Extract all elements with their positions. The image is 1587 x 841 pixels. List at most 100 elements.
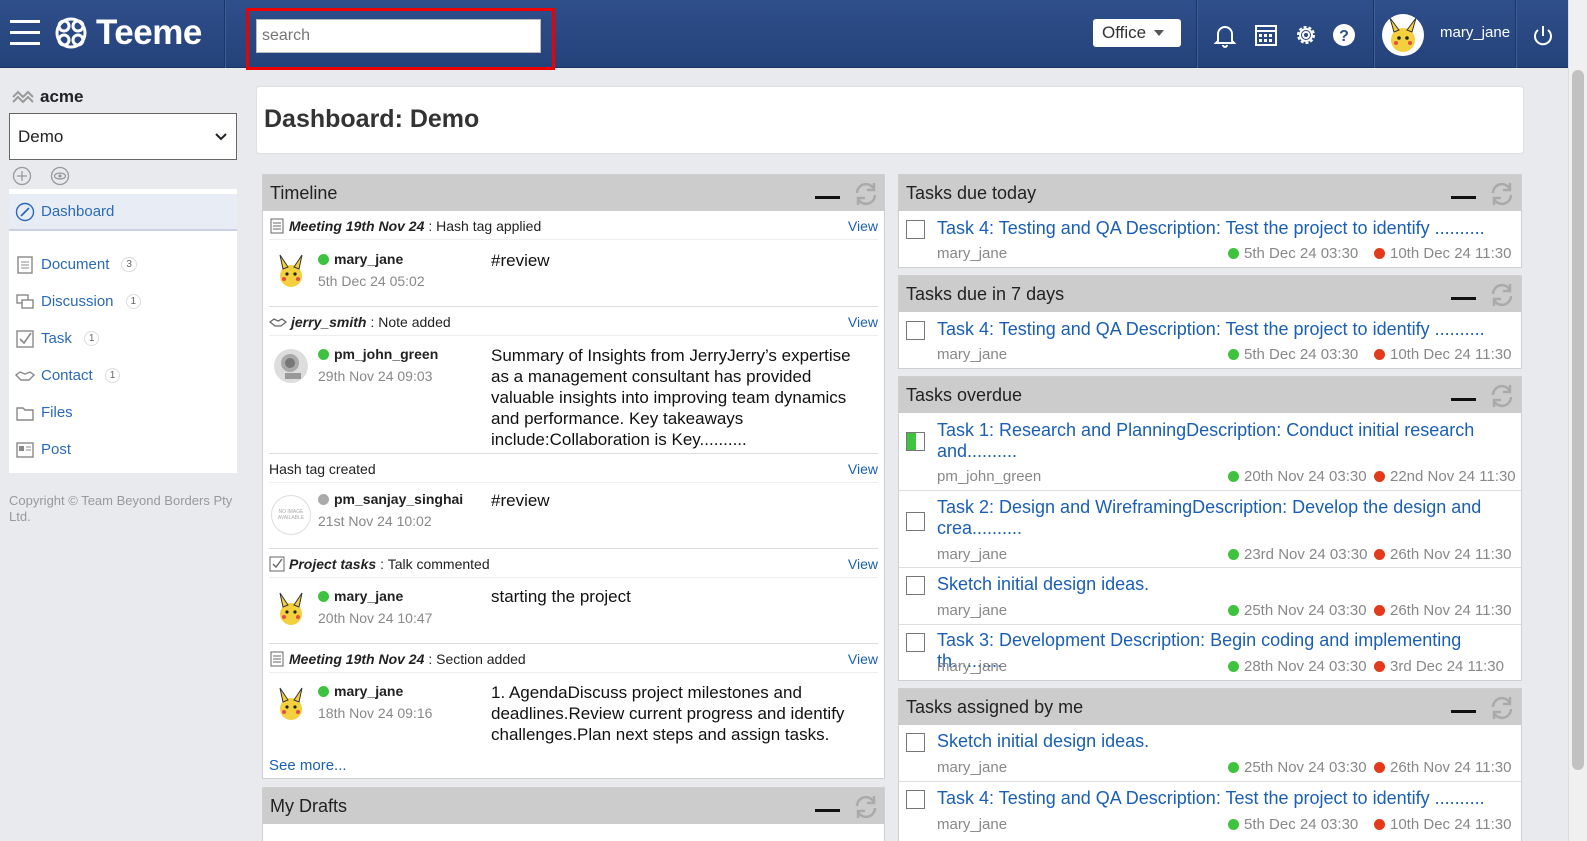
sidebar-item-contact[interactable]: Contact 1	[9, 357, 237, 394]
start-status-icon	[1228, 605, 1239, 616]
task-title-link[interactable]: Task 4: Testing and QA Description: Test…	[937, 218, 1511, 239]
page-scrollbar[interactable]	[1568, 0, 1587, 841]
minimize-icon[interactable]	[1451, 710, 1476, 713]
view-link[interactable]: View	[848, 314, 878, 330]
task-checkbox[interactable]	[906, 321, 925, 340]
timeline-user[interactable]: mary_jane	[318, 251, 403, 267]
org-name: acme	[40, 87, 84, 106]
sidebar-item-dashboard[interactable]: Dashboard	[9, 194, 237, 231]
minimize-icon[interactable]	[1451, 196, 1476, 199]
task-progress-checkbox[interactable]	[906, 432, 925, 451]
search-input[interactable]	[256, 19, 541, 53]
task-checkbox[interactable]	[906, 733, 925, 752]
view-link[interactable]: View	[848, 461, 878, 477]
task-assignee: mary_jane	[937, 546, 1008, 563]
task-assignee: pm_john_green	[937, 468, 1042, 485]
task-title-link[interactable]: Task 1: Research and PlanningDescription…	[937, 420, 1511, 462]
app-name: Teeme	[96, 13, 202, 52]
sidebar-item-post[interactable]: Post	[9, 431, 237, 468]
help-icon[interactable]: ?	[1331, 22, 1357, 48]
view-link[interactable]: View	[848, 556, 878, 572]
timeline-action: : Hash tag applied	[428, 217, 542, 234]
see-more-link[interactable]: See more...	[269, 757, 347, 774]
refresh-icon[interactable]	[1487, 280, 1517, 310]
timeline-date: 29th Nov 24 09:03	[318, 368, 433, 384]
space-select[interactable]: Demo	[9, 113, 237, 160]
task-row: Task 2: Design and WireframingDescriptio…	[899, 492, 1521, 568]
timeline-date: 20th Nov 24 10:47	[318, 610, 433, 626]
panel-title: Tasks due today	[906, 183, 1037, 203]
refresh-icon[interactable]	[1487, 179, 1517, 209]
refresh-icon[interactable]	[851, 179, 881, 209]
sidebar-item-task[interactable]: Task 1	[9, 320, 237, 357]
task-checkbox[interactable]	[906, 576, 925, 595]
timeline-item-header: jerry_smith: Note added	[269, 308, 878, 336]
office-dropdown[interactable]: Office	[1093, 19, 1181, 47]
task-checkbox-icon	[16, 329, 34, 348]
task-end-date: 10th Dec 24 11:30	[1374, 816, 1511, 833]
sidebar-item-discussion[interactable]: Discussion 1	[9, 283, 237, 320]
power-icon[interactable]	[1531, 24, 1555, 48]
task-checkbox[interactable]	[906, 512, 925, 531]
task-checkbox[interactable]	[906, 633, 925, 652]
timeline-source[interactable]: Meeting 19th Nov 24	[289, 218, 424, 234]
refresh-icon[interactable]	[1487, 381, 1517, 411]
timeline-action: : Section added	[428, 650, 526, 667]
view-link[interactable]: View	[848, 651, 878, 667]
task-checkbox[interactable]	[906, 790, 925, 809]
timeline-user[interactable]: pm_sanjay_singhai	[318, 491, 463, 507]
timeline-source[interactable]: Project tasks	[289, 556, 376, 572]
minimize-icon[interactable]	[1451, 297, 1476, 300]
timeline-panel: Timeline Meeting 19th Nov 24: Hash tag a…	[262, 174, 885, 779]
end-status-icon	[1374, 349, 1385, 360]
scrollbar-thumb[interactable]	[1572, 70, 1584, 770]
avatar	[271, 683, 311, 723]
task-assignee: mary_jane	[937, 245, 1008, 262]
task-start-date: 5th Dec 24 03:30	[1228, 816, 1358, 833]
task-title-link[interactable]: Sketch initial design ideas.	[937, 574, 1511, 595]
minimize-icon[interactable]	[1451, 398, 1476, 401]
minimize-icon[interactable]	[815, 809, 840, 812]
task-title-link[interactable]: Task 2: Design and WireframingDescriptio…	[937, 497, 1511, 539]
timeline-user[interactable]: mary_jane	[318, 588, 403, 604]
panel-title: Timeline	[270, 183, 338, 203]
sidebar-item-files[interactable]: Files	[9, 394, 237, 431]
timeline-text: #review	[491, 491, 550, 510]
count-badge: 3	[121, 257, 137, 272]
copyright-text: Copyright © Team Beyond Borders Pty Ltd.	[9, 493, 233, 524]
task-assignee: mary_jane	[937, 602, 1008, 619]
timeline-source[interactable]: Meeting 19th Nov 24	[289, 651, 424, 667]
task-title-link[interactable]: Task 4: Testing and QA Description: Test…	[937, 788, 1511, 809]
task-checkbox[interactable]	[906, 220, 925, 239]
gear-icon[interactable]	[1293, 22, 1319, 48]
tasks-overdue-panel: Tasks overdue Task 1: Research and Plann…	[898, 376, 1522, 681]
hamburger-menu-icon[interactable]	[10, 20, 40, 46]
task-title-link[interactable]: Sketch initial design ideas.	[937, 731, 1511, 752]
refresh-icon[interactable]	[851, 792, 881, 822]
task-row: Task 1: Research and PlanningDescription…	[899, 414, 1521, 491]
view-link[interactable]: View	[848, 218, 878, 234]
header-divider	[1373, 0, 1374, 68]
eye-icon[interactable]	[50, 166, 70, 186]
task-end-date: 10th Dec 24 11:30	[1374, 346, 1511, 363]
refresh-icon[interactable]	[1487, 693, 1517, 723]
start-status-icon	[1228, 661, 1239, 672]
user-avatar[interactable]	[1382, 14, 1424, 56]
add-circle-icon[interactable]	[12, 166, 32, 186]
bell-icon[interactable]	[1212, 22, 1238, 48]
timeline-source[interactable]: jerry_smith	[291, 314, 366, 330]
post-icon	[16, 441, 34, 458]
timeline-date: 18th Nov 24 09:16	[318, 705, 433, 721]
minimize-icon[interactable]	[815, 196, 840, 199]
current-username[interactable]: mary_jane	[1440, 24, 1510, 41]
panel-title: Tasks overdue	[906, 385, 1023, 405]
sidebar-item-document[interactable]: Document 3	[9, 246, 237, 283]
folder-icon	[16, 406, 34, 421]
task-row: Task 4: Testing and QA Description: Test…	[899, 212, 1521, 268]
task-title-link[interactable]: Task 4: Testing and QA Description: Test…	[937, 319, 1511, 340]
document-icon	[270, 218, 284, 233]
timeline-user[interactable]: mary_jane	[318, 683, 403, 699]
timeline-user[interactable]: pm_john_green	[318, 346, 438, 362]
calendar-icon[interactable]	[1253, 22, 1279, 48]
app-logo[interactable]: Teeme	[54, 13, 202, 53]
